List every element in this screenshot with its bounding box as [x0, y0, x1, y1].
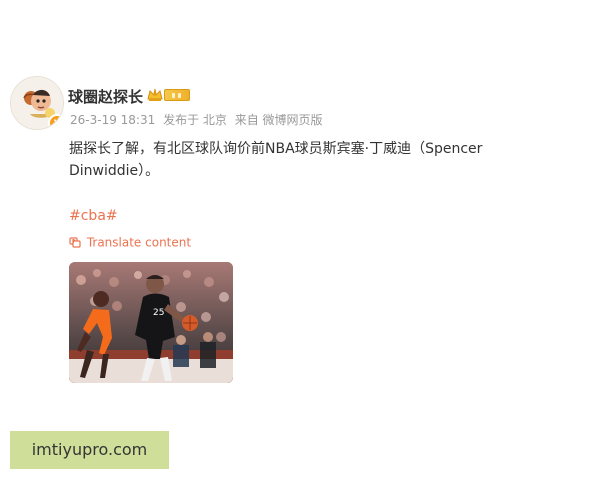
gold-level-badge: [164, 89, 190, 101]
post-image[interactable]: 25: [69, 262, 233, 383]
translate-label: Translate content: [86, 235, 192, 250]
translate-content-button[interactable]: Translate content: [69, 235, 191, 255]
site-watermark: imtiyupro.com: [10, 431, 169, 469]
weibo-post-page: v 球圈赵探长 26-3-19 18:31 发布于 北京 来自 微博网页版 据探…: [0, 0, 600, 480]
verified-icon: v: [48, 114, 63, 129]
topic-link[interactable]: #cba#: [69, 208, 118, 224]
author-name[interactable]: 球圈赵探长: [68, 86, 143, 107]
post-date[interactable]: 26-3-19 18:31: [70, 113, 155, 127]
post-header: v 球圈赵探长 26-3-19 18:31 发布于 北京 来自 微博网页版: [10, 76, 570, 136]
translate-icon: [69, 236, 81, 248]
post-body-text: 据探长了解，有北区球队询价前NBA球员斯宾塞·丁威迪（Spencer Dinwi…: [69, 141, 483, 179]
post-meta: 26-3-19 18:31 发布于 北京 来自 微博网页版: [70, 111, 327, 128]
jersey-number: 25: [153, 308, 164, 318]
post-location: 发布于 北京: [163, 113, 227, 127]
post-source: 来自 微博网页版: [234, 113, 323, 127]
crown-icon: [147, 88, 163, 101]
user-avatar[interactable]: v: [10, 76, 64, 130]
basketball-photo: 25: [69, 262, 233, 383]
